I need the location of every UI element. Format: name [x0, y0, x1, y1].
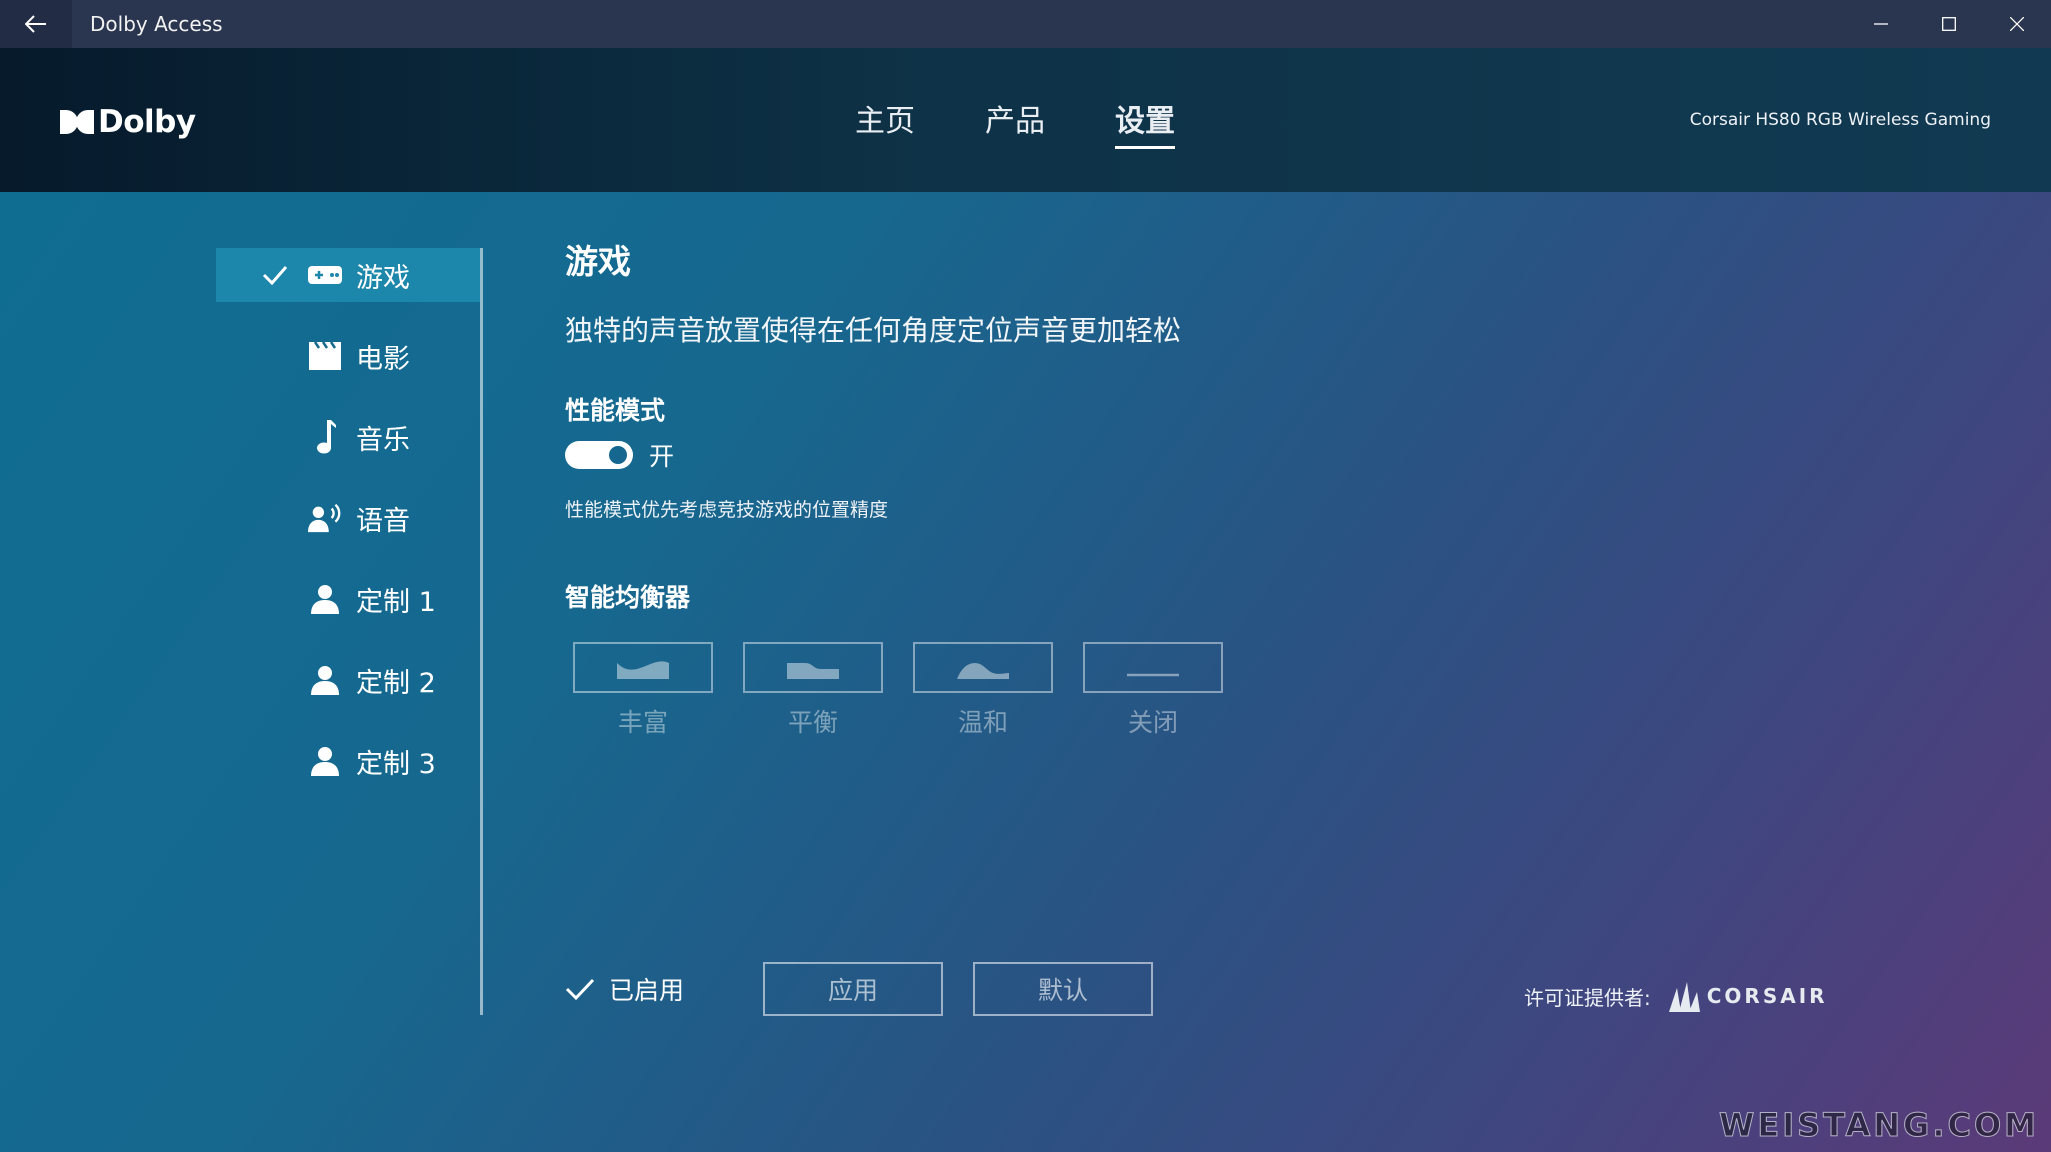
sidebar-item-movie[interactable]: 电影: [216, 329, 480, 383]
dolby-logo: Dolby: [60, 104, 196, 140]
page-description: 独特的声音放置使得在任何角度定位声音更加轻松: [565, 314, 1182, 347]
page-title: 游戏: [565, 242, 631, 281]
profile-sidebar: 游戏 电影 音乐 语音 定制 1 定制 2 定制 3: [216, 248, 483, 1015]
main-nav: 主页 产品 设置: [855, 96, 1175, 149]
license-label: 许可证提供者:: [1524, 985, 1651, 1010]
performance-mode-toggle[interactable]: [565, 441, 633, 469]
equalizer-title: 智能均衡器: [565, 583, 691, 612]
eq-preset-label: 温和: [957, 708, 1008, 737]
eq-off-icon: [1127, 673, 1179, 676]
performance-mode-state: 开: [649, 442, 675, 471]
sidebar-item-label: 定制 3: [356, 748, 436, 780]
title-bar: Dolby Access: [0, 0, 2051, 48]
settings-content: 游戏 独特的声音放置使得在任何角度定位声音更加轻松 性能模式 开 性能模式优先考…: [565, 235, 1465, 739]
device-name[interactable]: Corsair HS80 RGB Wireless Gaming: [1690, 110, 1991, 130]
window-title: Dolby Access: [90, 12, 223, 36]
toggle-knob: [609, 446, 627, 464]
sidebar-item-label: 电影: [356, 343, 410, 375]
eq-preset-rich[interactable]: 丰富: [573, 642, 713, 739]
minimize-button[interactable]: [1847, 0, 1915, 48]
maximize-button[interactable]: [1915, 0, 1983, 48]
music-note-icon: [308, 420, 342, 454]
dolby-logo-text: Dolby: [98, 104, 196, 140]
sidebar-item-label: 游戏: [356, 262, 410, 294]
voice-icon: [308, 501, 342, 535]
minimize-icon: [1874, 23, 1888, 25]
eq-rich-icon: [617, 660, 669, 679]
sidebar-item-music[interactable]: 音乐: [216, 410, 480, 464]
eq-preset-button[interactable]: [913, 642, 1053, 693]
tab-settings[interactable]: 设置: [1115, 96, 1175, 149]
close-button[interactable]: [1983, 0, 2051, 48]
performance-mode-note: 性能模式优先考虑竞技游戏的位置精度: [565, 499, 889, 521]
person-icon: [308, 663, 342, 697]
eq-preset-button[interactable]: [1083, 642, 1223, 693]
sidebar-item-label: 语音: [356, 505, 410, 537]
person-icon: [308, 744, 342, 778]
default-button[interactable]: 默认: [973, 962, 1153, 1016]
eq-preset-label: 平衡: [787, 708, 838, 737]
sidebar-item-custom-2[interactable]: 定制 2: [216, 653, 480, 707]
eq-preset-off[interactable]: 关闭: [1083, 642, 1223, 739]
sidebar-item-label: 定制 1: [356, 586, 436, 618]
equalizer-presets: 丰富 平衡 温和 关闭: [573, 642, 1465, 739]
app-header: Dolby 主页 产品 设置 Corsair HS80 RGB Wireless…: [0, 48, 2051, 192]
watermark: WEISTANG.COM: [1719, 1106, 2039, 1145]
sidebar-item-label: 音乐: [356, 424, 410, 456]
sidebar-item-label: 定制 2: [356, 667, 436, 699]
back-arrow-icon: [25, 15, 46, 33]
corsair-logo: CORSAIR: [1667, 980, 1828, 1012]
eq-preset-label: 关闭: [1127, 708, 1178, 737]
tab-products[interactable]: 产品: [985, 96, 1045, 149]
gamepad-icon: [308, 258, 342, 292]
sidebar-item-game[interactable]: 游戏: [216, 248, 480, 302]
eq-balanced-icon: [787, 662, 839, 679]
eq-warm-icon: [957, 662, 1009, 679]
enabled-checkbox[interactable]: 已启用: [565, 971, 763, 1007]
check-icon: [565, 978, 595, 1001]
sidebar-item-custom-1[interactable]: 定制 1: [216, 572, 480, 626]
sidebar-item-voice[interactable]: 语音: [216, 491, 480, 545]
sidebar-item-custom-3[interactable]: 定制 3: [216, 734, 480, 788]
corsair-sails-icon: [1668, 982, 1700, 1012]
tab-home[interactable]: 主页: [855, 96, 915, 149]
eq-preset-label: 丰富: [617, 708, 668, 737]
eq-preset-button[interactable]: [573, 642, 713, 693]
dolby-double-d-icon: [60, 110, 94, 134]
apply-button[interactable]: 应用: [763, 962, 943, 1016]
corsair-logo-text: CORSAIR: [1706, 984, 1828, 1008]
eq-preset-warm[interactable]: 温和: [913, 642, 1053, 739]
eq-preset-button[interactable]: [743, 642, 883, 693]
close-icon: [2010, 17, 2024, 31]
maximize-icon: [1942, 17, 1956, 31]
performance-mode-title: 性能模式: [565, 396, 666, 425]
check-icon: [262, 266, 288, 285]
enabled-label: 已启用: [609, 976, 685, 1005]
license-info: 许可证提供者: CORSAIR: [1524, 980, 1828, 1012]
bottom-actions: 已启用 应用 默认: [565, 962, 1183, 1016]
eq-preset-balanced[interactable]: 平衡: [743, 642, 883, 739]
clapperboard-icon: [308, 339, 342, 373]
person-icon: [308, 582, 342, 616]
back-button[interactable]: [0, 0, 72, 48]
